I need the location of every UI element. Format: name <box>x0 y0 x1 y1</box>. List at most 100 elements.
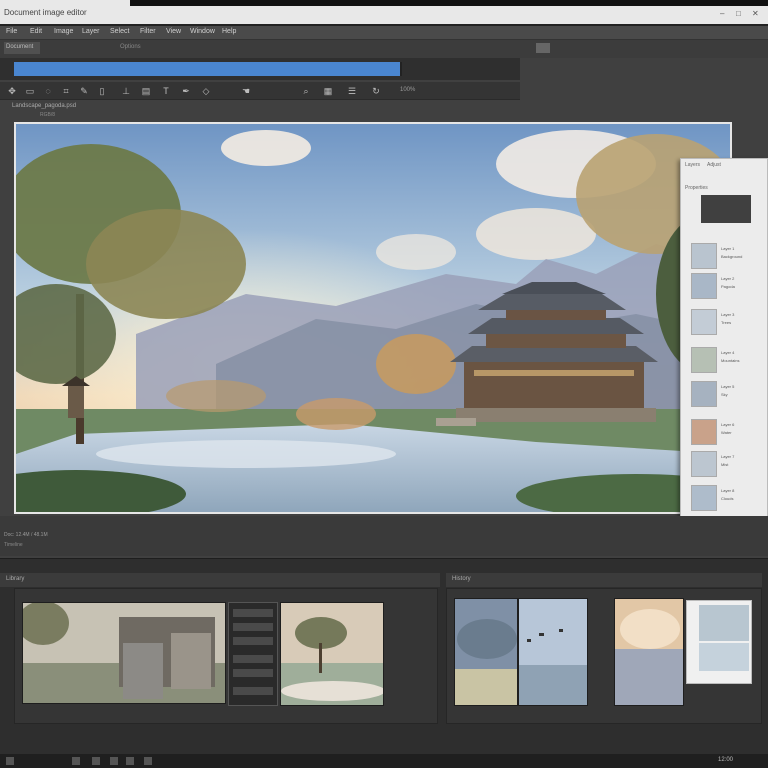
crop-icon[interactable]: ⌗ <box>60 85 72 97</box>
layer-name: Layer 1 <box>721 246 735 251</box>
menu-filter[interactable]: Filter <box>140 28 156 35</box>
menu-edit[interactable]: Edit <box>30 28 42 35</box>
thumbnail-4[interactable] <box>518 598 588 706</box>
lasso-icon[interactable]: ◌ <box>42 85 54 97</box>
options-bar: Document Options <box>0 40 768 58</box>
thumbnail-5[interactable] <box>614 598 684 706</box>
menu-view[interactable]: View <box>166 28 181 35</box>
taskbar: 12:00 <box>0 754 768 768</box>
landscape-painting <box>16 124 730 512</box>
progress-bar <box>14 62 402 76</box>
taskbar-app-icon[interactable] <box>92 757 100 765</box>
panel-header[interactable]: Layers <box>685 162 700 168</box>
thumbnail-1[interactable] <box>22 602 226 704</box>
move-icon[interactable]: ✥ <box>6 85 18 97</box>
layer-name: Layer 6 <box>721 422 735 427</box>
layer-row[interactable]: Layer 4 Mountains <box>687 347 767 373</box>
preview-image-2[interactable] <box>699 643 749 671</box>
layers-panel: Layers Adjust Properties Layer 1 Backgro… <box>680 158 768 520</box>
color-swatch[interactable] <box>701 195 751 223</box>
thumbnail-3[interactable] <box>454 598 518 706</box>
layer-name: Layer 8 <box>721 488 735 493</box>
brush-icon[interactable]: ✎ <box>78 85 90 97</box>
document-info: RGB/8 <box>40 112 56 118</box>
options-toggle-button[interactable] <box>536 43 550 53</box>
mini-row[interactable] <box>233 623 273 631</box>
taskbar-app-icon[interactable] <box>144 757 152 765</box>
taskbar-app-icon[interactable] <box>126 757 134 765</box>
shape-icon[interactable]: ◇ <box>200 85 212 97</box>
zoom-label: 100% <box>400 87 416 93</box>
layer-row[interactable]: Layer 2 Pagoda <box>687 273 767 299</box>
thumbnail-2[interactable] <box>280 602 384 706</box>
mini-row[interactable] <box>233 637 273 645</box>
layer-row[interactable]: Layer 7 Mist <box>687 451 767 477</box>
layer-row[interactable]: Layer 5 Sky <box>687 381 767 407</box>
title-bar: Document image editor – □ ✕ <box>0 0 768 26</box>
mini-row[interactable] <box>233 655 273 663</box>
progress-fill <box>14 62 401 76</box>
layer-name: Layer 4 <box>721 350 735 355</box>
history-header[interactable]: History <box>446 573 762 587</box>
close-button[interactable]: ✕ <box>752 9 759 18</box>
menu-help[interactable]: Help <box>222 28 236 35</box>
layer-row[interactable]: Layer 1 Background <box>687 243 767 269</box>
rotate-icon[interactable]: ↻ <box>370 85 382 97</box>
progress-row <box>0 58 520 80</box>
canvas[interactable] <box>14 122 732 514</box>
layer-row[interactable]: Layer 6 Water <box>687 419 767 445</box>
status-timeline: Timeline <box>4 542 23 548</box>
gradient-icon[interactable]: ▤ <box>140 85 152 97</box>
panel-section-label: Properties <box>685 185 708 191</box>
layer-name: Layer 3 <box>721 312 735 317</box>
preview-image-1[interactable] <box>699 605 749 641</box>
menu-image[interactable]: Image <box>54 28 73 35</box>
menu-window[interactable]: Window <box>190 28 215 35</box>
taskbar-app-icon[interactable] <box>72 757 80 765</box>
mini-row[interactable] <box>233 669 273 677</box>
minimize-button[interactable]: – <box>720 9 724 18</box>
layer-row[interactable]: Layer 8 Clouds <box>687 485 767 511</box>
status-strip: Doc: 12.4M / 48.1M Timeline <box>0 516 768 556</box>
menu-select[interactable]: Select <box>110 28 129 35</box>
layer-thumbnail <box>691 273 717 299</box>
hand-icon[interactable]: ☚ <box>240 85 252 97</box>
layer-desc: Trees <box>721 320 732 325</box>
app-window: Document image editor – □ ✕ File Edit Im… <box>0 0 768 768</box>
document-tab[interactable]: Document <box>4 42 40 54</box>
layer-thumbnail <box>691 309 717 335</box>
start-icon[interactable] <box>6 757 14 765</box>
layer-thumbnail <box>691 419 717 445</box>
panel-header-2[interactable]: Adjust <box>707 162 721 168</box>
menu-layer[interactable]: Layer <box>82 28 100 35</box>
layer-desc: Background <box>721 254 743 259</box>
stamp-icon[interactable]: ⊥ <box>120 85 132 97</box>
layer-row[interactable]: Layer 3 Trees <box>687 309 767 335</box>
options-field[interactable]: Options <box>120 44 141 50</box>
layers-icon[interactable]: ☰ <box>346 85 358 97</box>
library-header[interactable]: Library <box>0 573 440 587</box>
text-icon[interactable]: T <box>160 85 172 97</box>
taskbar-app-icon[interactable] <box>110 757 118 765</box>
layer-desc: Mist <box>721 462 729 467</box>
layer-name: Layer 2 <box>721 276 735 281</box>
grid-icon[interactable]: ▦ <box>322 85 334 97</box>
layer-desc: Water <box>721 430 732 435</box>
layer-desc: Sky <box>721 392 728 397</box>
mini-tool-panel <box>228 602 278 706</box>
preview-panel <box>686 600 752 684</box>
marquee-icon[interactable]: ▭ <box>24 85 36 97</box>
eraser-icon[interactable]: ▯ <box>96 85 108 97</box>
layer-thumbnail <box>691 381 717 407</box>
status-doc-size: Doc: 12.4M / 48.1M <box>4 532 48 538</box>
mini-row[interactable] <box>233 609 273 617</box>
mini-row[interactable] <box>233 687 273 695</box>
layer-thumbnail <box>691 485 717 511</box>
menu-file[interactable]: File <box>6 28 17 35</box>
pen-icon[interactable]: ✒ <box>180 85 192 97</box>
zoom-icon[interactable]: ⌕ <box>300 85 312 97</box>
layer-name: Layer 7 <box>721 454 735 459</box>
maximize-button[interactable]: □ <box>736 9 741 18</box>
taskbar-clock: 12:00 <box>718 757 734 763</box>
layer-desc: Clouds <box>721 496 734 501</box>
